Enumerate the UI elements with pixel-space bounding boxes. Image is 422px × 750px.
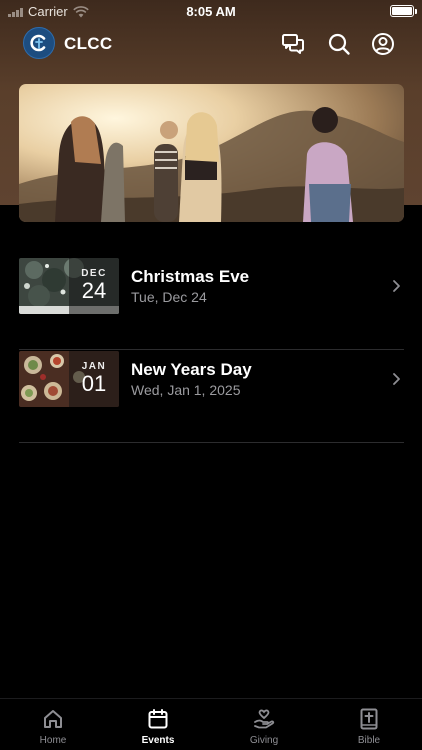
tab-giving[interactable]: Giving — [224, 707, 304, 746]
tab-label: Home — [39, 735, 67, 746]
chat-button[interactable] — [280, 31, 306, 57]
app-header: CLCC — [0, 26, 422, 62]
event-row[interactable]: DEC 24 Christmas Eve Tue, Dec 24 — [19, 258, 404, 350]
calendar-icon — [148, 709, 168, 729]
account-button[interactable] — [370, 31, 396, 57]
event-row[interactable]: JAN 01 New Years Day Wed, Jan 1, 2025 — [19, 351, 404, 443]
date-badge: DEC 24 — [69, 258, 119, 314]
bible-icon — [360, 708, 378, 730]
date-day: 01 — [81, 371, 107, 396]
hero-banner[interactable] — [19, 84, 404, 222]
app-title: CLCC — [64, 34, 113, 53]
chat-icon — [282, 34, 304, 54]
chevron-right-icon — [393, 373, 400, 385]
event-title: New Years Day — [131, 360, 252, 379]
tab-label: Bible — [357, 735, 381, 746]
logo-icon[interactable] — [23, 27, 55, 59]
date-day: 24 — [81, 278, 107, 303]
tab-bible[interactable]: Bible — [329, 707, 409, 746]
giving-hand-heart-icon — [254, 709, 275, 729]
event-title: Christmas Eve — [131, 267, 250, 286]
battery-icon — [390, 5, 417, 17]
home-icon — [44, 710, 62, 728]
tab-home[interactable]: Home — [13, 707, 93, 746]
event-thumbnail: JAN 01 — [19, 351, 119, 407]
event-date: Tue, Dec 24 — [131, 289, 207, 305]
status-time: 8:05 AM — [186, 4, 236, 19]
tab-events[interactable]: Events — [118, 707, 198, 746]
account-icon — [372, 33, 394, 55]
event-date: Wed, Jan 1, 2025 — [131, 382, 241, 398]
chevron-right-icon — [393, 280, 400, 292]
search-button[interactable] — [326, 31, 352, 57]
date-badge: JAN 01 — [69, 351, 119, 407]
search-icon — [328, 33, 350, 55]
group-of-friends-at-sunset-photo — [19, 84, 404, 222]
tab-label: Events — [141, 735, 175, 746]
event-thumbnail: DEC 24 — [19, 258, 119, 314]
tab-label: Giving — [249, 735, 279, 746]
tab-bar: Home Events Giving Bible — [0, 698, 422, 750]
status-bar: Carrier 8:05 AM — [0, 0, 422, 22]
